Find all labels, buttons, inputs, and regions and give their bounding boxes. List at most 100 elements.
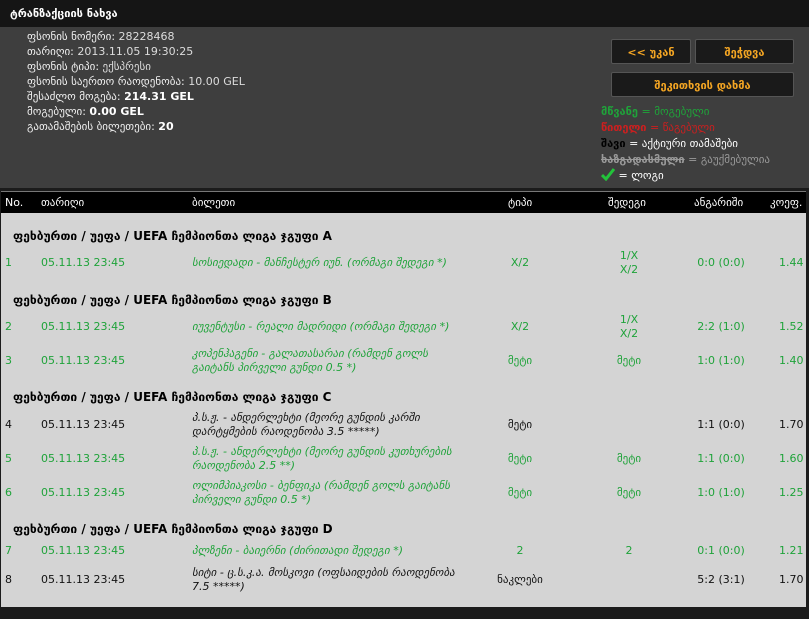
row-date: 05.11.13 23:45 — [41, 573, 126, 586]
row-no: 1 — [5, 256, 12, 269]
row-date: 05.11.13 23:45 — [41, 320, 126, 333]
legend-red-word: წითელი — [601, 121, 647, 134]
row-score: 1:0 (1:0) — [697, 354, 745, 367]
row-bet: სოსიედადი - მანჩესტერ იუნ. (ორმაგი შედეგ… — [192, 256, 447, 269]
row-date: 05.11.13 23:45 — [41, 486, 126, 499]
row-score: 5:2 (3:1) — [697, 573, 745, 586]
row-odds: 1.21 — [779, 544, 804, 557]
type-label: ფსონის ტიპი: — [27, 60, 100, 73]
row-score: 1:1 (0:0) — [697, 418, 745, 431]
row-type: მეტი — [507, 452, 533, 465]
tickets-value: 20 — [158, 120, 174, 133]
row-odds: 1.44 — [779, 256, 804, 269]
row-no: 2 — [5, 320, 12, 333]
row-date: 05.11.13 23:45 — [41, 256, 126, 269]
window-titlebar: ტრანზაქციის ნახვა — [0, 0, 809, 28]
row-date: 05.11.13 23:45 — [41, 354, 126, 367]
row-score: 2:2 (1:0) — [697, 320, 745, 333]
legend-check-desc: = ლოგი — [618, 169, 664, 182]
row-result: მეტი — [616, 354, 642, 367]
row-bet: კოპენჰაგენი - გალათასარაი (რამდენ გოლს გ… — [192, 347, 428, 374]
group-title: ფეხბურთი / უეფა / UEFA ჩემპიონთა ლიგა ჯგ… — [13, 293, 332, 307]
row-odds: 1.52 — [779, 320, 804, 333]
row-no: 3 — [5, 354, 12, 367]
row-bet: პ.ს.ჟ. - ანდერლეხტი (მეორე გუნდის კარში … — [192, 411, 420, 438]
table-header: No. თარიღი ბილეთი ტიპი შედეგი ანგარიში კ… — [1, 191, 806, 214]
won-value: 0.00 GEL — [89, 105, 144, 118]
slip-info-panel: ფსონის ნომერი: 28228468 თარიღი: 2013.11.… — [0, 27, 809, 188]
slip-number-line: ფსონის ნომერი: 28228468 — [27, 30, 175, 43]
row-type: მეტი — [507, 486, 533, 499]
header-type: ტიპი — [508, 196, 533, 209]
group-title: ფეხბურთი / უეფა / UEFA ჩემპიონთა ლიგა ჯგ… — [13, 229, 332, 243]
possible-win-line: შესაძლო მოგება: 214.31 GEL — [27, 90, 194, 103]
row-bet: სიტი - ც.ს.კ.ა. მოსკოვი (ოფსაიდების რაოდ… — [192, 566, 455, 593]
date-line: თარიღი: 2013.11.05 19:30:25 — [27, 45, 193, 58]
row-result: 2 — [625, 544, 633, 557]
checkmark-icon — [600, 168, 616, 182]
check-button[interactable]: შეჭდვა — [695, 39, 794, 64]
row-bet: იუვენტუსი - რეალი მადრიდი (ორმაგი შედეგი… — [192, 320, 450, 333]
row-type: X/2 — [510, 320, 530, 333]
slip-number-value: 28228468 — [118, 30, 175, 43]
legend-black-desc: = აქტიური თამაშები — [629, 137, 738, 150]
legend-green-word: მწვანე — [601, 105, 638, 118]
row-no: 4 — [5, 418, 12, 431]
type-value: ექსპრესი — [102, 60, 151, 73]
row-type: ნაკლები — [497, 573, 543, 586]
row-result: მეტი — [616, 452, 642, 465]
row-odds: 1.40 — [779, 354, 804, 367]
row-bet: პ.ს.ჟ. - ანდერლეხტი (მეორე გუნდის კუთხურ… — [192, 445, 452, 472]
row-odds: 1.60 — [779, 452, 804, 465]
type-line: ფსონის ტიპი: ექსპრესი — [27, 60, 151, 73]
row-no: 5 — [5, 452, 12, 465]
row-score: 0:1 (0:0) — [697, 544, 745, 557]
possible-win-value: 214.31 GEL — [124, 90, 194, 103]
legend-black-word: შავი — [601, 137, 626, 150]
header-score: ანგარიში — [694, 196, 744, 209]
won-label: მოგებული: — [27, 105, 86, 118]
row-score: 0:0 (0:0) — [697, 256, 745, 269]
legend-green-desc: = მოგებული — [641, 105, 710, 118]
row-result: 1/X X/2 — [619, 249, 639, 276]
row-type: X/2 — [510, 256, 530, 269]
row-date: 05.11.13 23:45 — [41, 418, 126, 431]
legend-black: შავი = აქტიური თამაშები — [601, 137, 738, 150]
back-button[interactable]: << უკან — [611, 39, 691, 64]
won-line: მოგებული: 0.00 GEL — [27, 105, 144, 118]
header-odds: კოეფ. — [770, 196, 803, 209]
date-label: თარიღი: — [27, 45, 74, 58]
tickets-line: გათამაშების ბილეთები: 20 — [27, 120, 174, 133]
row-no: 6 — [5, 486, 12, 499]
total-stake-label: ფსონის საერთო რაოდენობა: — [27, 75, 185, 88]
legend-green: მწვანე = მოგებული — [601, 105, 709, 118]
row-bet: პლზენი - ბაიერნი (ძირითადი შედეგი *) — [192, 544, 404, 557]
possible-win-label: შესაძლო მოგება: — [27, 90, 121, 103]
row-result: 1/X X/2 — [619, 313, 639, 340]
print-button[interactable]: შეკითხვის დახმა — [611, 72, 794, 97]
slip-number-label: ფსონის ნომერი: — [27, 30, 116, 43]
tickets-label: გათამაშების ბილეთები: — [27, 120, 155, 133]
row-result: მეტი — [616, 486, 642, 499]
window-title: ტრანზაქციის ნახვა — [10, 7, 118, 20]
row-type: მეტი — [507, 418, 533, 431]
legend-grey-desc: = გაუქმებულია — [688, 153, 770, 166]
header-date: თარიღი — [41, 196, 85, 209]
header-ticket: ბილეთი — [192, 196, 236, 209]
row-score: 1:1 (0:0) — [697, 452, 745, 465]
row-no: 8 — [5, 573, 12, 586]
total-stake-line: ფსონის საერთო რაოდენობა: 10.00 GEL — [27, 75, 245, 88]
row-type: მეტი — [507, 354, 533, 367]
legend-grey-word: ხაზგადასმული — [601, 153, 685, 166]
group-title: ფეხბურთი / უეფა / UEFA ჩემპიონთა ლიგა ჯგ… — [13, 522, 333, 536]
header-result: შედეგი — [608, 196, 646, 209]
legend-check: = ლოგი — [600, 168, 664, 182]
row-no: 7 — [5, 544, 12, 557]
legend-red: წითელი = წაგებული — [601, 121, 715, 134]
header-no: No. — [5, 196, 24, 209]
date-value: 2013.11.05 19:30:25 — [77, 45, 194, 58]
row-odds: 1.70 — [779, 573, 804, 586]
legend-red-desc: = წაგებული — [650, 121, 715, 134]
row-bet: ოლიმპიაკოსი - ბენფიკა (რამდენ გოლს გაიტა… — [192, 479, 450, 506]
row-date: 05.11.13 23:45 — [41, 544, 126, 557]
